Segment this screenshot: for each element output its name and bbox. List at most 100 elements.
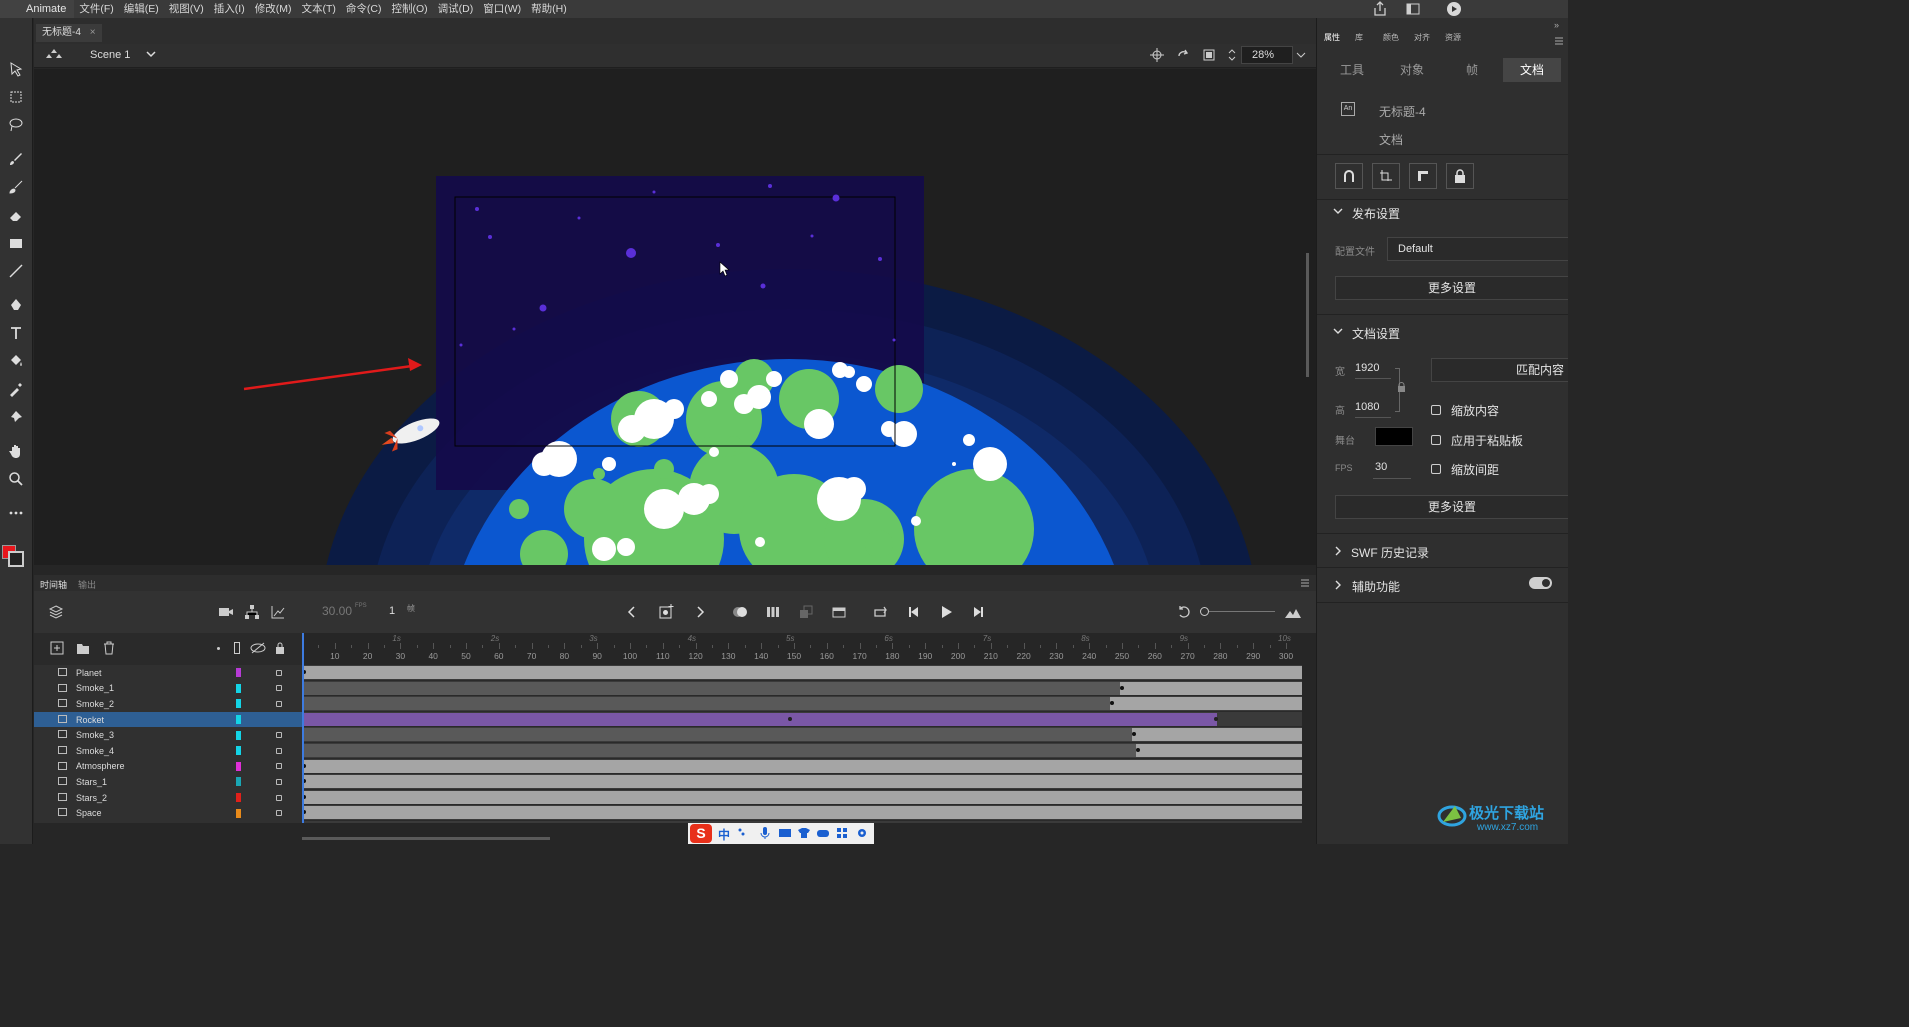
chevron-down-icon[interactable] bbox=[1333, 326, 1343, 339]
graph-icon[interactable] bbox=[270, 604, 286, 623]
layer-row-smoke_1[interactable]: Smoke_1 bbox=[34, 681, 302, 697]
tab-properties[interactable]: 属性 bbox=[1324, 32, 1340, 43]
layer-row-smoke_3[interactable]: Smoke_3 bbox=[34, 727, 302, 743]
frame-row[interactable] bbox=[302, 681, 1302, 697]
accessibility-title[interactable]: 辅助功能 bbox=[1352, 578, 1400, 595]
layer-name[interactable]: Atmosphere bbox=[76, 761, 125, 771]
lock-all-icon[interactable] bbox=[274, 642, 286, 657]
chevron-down-icon[interactable] bbox=[1333, 206, 1343, 219]
keyframe-dot[interactable] bbox=[1214, 716, 1218, 721]
tab-assets[interactable]: 资源 bbox=[1445, 32, 1461, 43]
insert-keyframe-icon[interactable] bbox=[658, 604, 674, 623]
zoom-input[interactable]: 28% bbox=[1241, 46, 1293, 64]
subtab-frame[interactable]: 帧 bbox=[1443, 58, 1501, 82]
lock-icon[interactable] bbox=[1446, 163, 1474, 189]
lock-icon[interactable] bbox=[276, 732, 282, 739]
rectangle-tool-icon[interactable] bbox=[4, 232, 28, 254]
loop-icon[interactable] bbox=[872, 604, 888, 623]
static-frames[interactable] bbox=[1136, 744, 1302, 757]
match-contents-button[interactable]: 匹配内容 bbox=[1431, 358, 1568, 382]
lock-icon[interactable] bbox=[276, 794, 282, 801]
outline-toggle-icon[interactable] bbox=[234, 642, 240, 654]
zoom-dropdown-icon[interactable] bbox=[1296, 50, 1306, 63]
menu-debug[interactable]: 调试(D) bbox=[433, 0, 479, 18]
tween-span[interactable] bbox=[302, 744, 1136, 757]
layer-name[interactable]: Rocket bbox=[76, 715, 104, 725]
layer-row-smoke_4[interactable]: Smoke_4 bbox=[34, 743, 302, 759]
keyframe-dot[interactable] bbox=[1120, 685, 1124, 690]
more-tools-icon[interactable] bbox=[4, 502, 28, 524]
workspace-icon[interactable] bbox=[1405, 1, 1423, 17]
static-frames[interactable] bbox=[302, 666, 1302, 679]
frame-row[interactable] bbox=[302, 805, 1302, 821]
new-folder-icon[interactable] bbox=[76, 641, 90, 658]
lock-icon[interactable] bbox=[276, 669, 282, 676]
reset-zoom-icon[interactable] bbox=[1176, 604, 1192, 623]
menu-insert[interactable]: 插入(I) bbox=[209, 0, 250, 18]
ime-language[interactable]: 中 bbox=[718, 826, 730, 843]
frame-row[interactable] bbox=[302, 711, 1302, 728]
stage-area[interactable] bbox=[34, 69, 1316, 565]
paint-brush-tool-icon[interactable] bbox=[4, 148, 28, 170]
keyboard-icon[interactable] bbox=[778, 827, 792, 842]
frame-row[interactable] bbox=[302, 743, 1302, 759]
current-frame[interactable]: 1 bbox=[389, 605, 395, 617]
lock-icon[interactable] bbox=[276, 778, 282, 785]
panel-menu-icon[interactable] bbox=[1300, 578, 1310, 591]
apply-pasteboard-checkbox[interactable] bbox=[1431, 435, 1441, 445]
window-controls[interactable] bbox=[1488, 0, 1568, 6]
stage-color-swatch[interactable] bbox=[1375, 427, 1413, 446]
menu-text[interactable]: 文本(T) bbox=[296, 0, 340, 18]
new-layer-icon[interactable] bbox=[50, 641, 64, 658]
layer-color-swatch[interactable] bbox=[236, 777, 241, 787]
paint-bucket-tool-icon[interactable] bbox=[4, 350, 28, 372]
layer-name[interactable]: Stars_1 bbox=[76, 777, 107, 787]
layer-name[interactable]: Smoke_3 bbox=[76, 730, 114, 740]
share-icon[interactable] bbox=[1372, 1, 1390, 17]
parenting-icon[interactable] bbox=[244, 604, 260, 623]
lock-icon[interactable] bbox=[276, 763, 282, 770]
layer-name[interactable]: Planet bbox=[76, 668, 102, 678]
subtab-document[interactable]: 文档 bbox=[1503, 58, 1561, 82]
width-value[interactable]: 1920 bbox=[1355, 362, 1379, 374]
play-icon[interactable] bbox=[938, 604, 954, 623]
publish-more-settings-button[interactable]: 更多设置 bbox=[1335, 276, 1568, 300]
layers-icon[interactable] bbox=[48, 604, 64, 623]
frame-row[interactable] bbox=[302, 790, 1302, 806]
highlight-toggle-icon[interactable] bbox=[217, 647, 220, 650]
static-frames[interactable] bbox=[302, 790, 1302, 804]
onion-skin-icon[interactable] bbox=[732, 604, 748, 623]
punctuation-icon[interactable] bbox=[738, 827, 746, 837]
frame-grid[interactable] bbox=[302, 665, 1302, 823]
step-forward-icon[interactable] bbox=[970, 604, 986, 623]
tab-color[interactable]: 颜色 bbox=[1383, 32, 1399, 43]
layer-name[interactable]: Smoke_1 bbox=[76, 683, 114, 693]
doc-settings-title[interactable]: 文档设置 bbox=[1352, 325, 1400, 342]
doc-more-settings-button[interactable]: 更多设置 bbox=[1335, 495, 1568, 519]
collapse-panel-icon[interactable]: » bbox=[1554, 20, 1559, 30]
menu-edit[interactable]: 编辑(E) bbox=[119, 0, 164, 18]
pen-tool-icon[interactable] bbox=[4, 294, 28, 316]
layer-color-swatch[interactable] bbox=[236, 746, 241, 756]
timeline-horizontal-scrollbar[interactable] bbox=[302, 837, 550, 840]
subtab-object[interactable]: 对象 bbox=[1383, 58, 1441, 82]
edit-multiple-frames-icon[interactable] bbox=[765, 604, 781, 623]
apps-icon[interactable] bbox=[836, 827, 848, 842]
brush-tool-icon[interactable] bbox=[4, 176, 28, 198]
layer-name[interactable]: Stars_2 bbox=[76, 793, 107, 803]
profile-select[interactable]: Default bbox=[1387, 237, 1568, 261]
layer-color-swatch[interactable] bbox=[236, 668, 241, 678]
static-frames[interactable] bbox=[1120, 681, 1302, 695]
tween-span[interactable] bbox=[302, 728, 1132, 742]
tab-output[interactable]: 输出 bbox=[78, 578, 96, 591]
keyframe-dot[interactable] bbox=[788, 716, 792, 721]
hand-tool-icon[interactable] bbox=[4, 440, 28, 462]
layer-name[interactable]: Space bbox=[76, 808, 102, 818]
pin-tool-icon[interactable] bbox=[4, 406, 28, 428]
scene-name[interactable]: Scene 1 bbox=[90, 49, 130, 61]
menu-commands[interactable]: 命令(C) bbox=[341, 0, 387, 18]
visibility-toggle-icon[interactable] bbox=[250, 642, 266, 657]
static-frames[interactable] bbox=[1132, 728, 1302, 742]
publish-settings-title[interactable]: 发布设置 bbox=[1352, 205, 1400, 222]
game-icon[interactable] bbox=[816, 827, 830, 842]
